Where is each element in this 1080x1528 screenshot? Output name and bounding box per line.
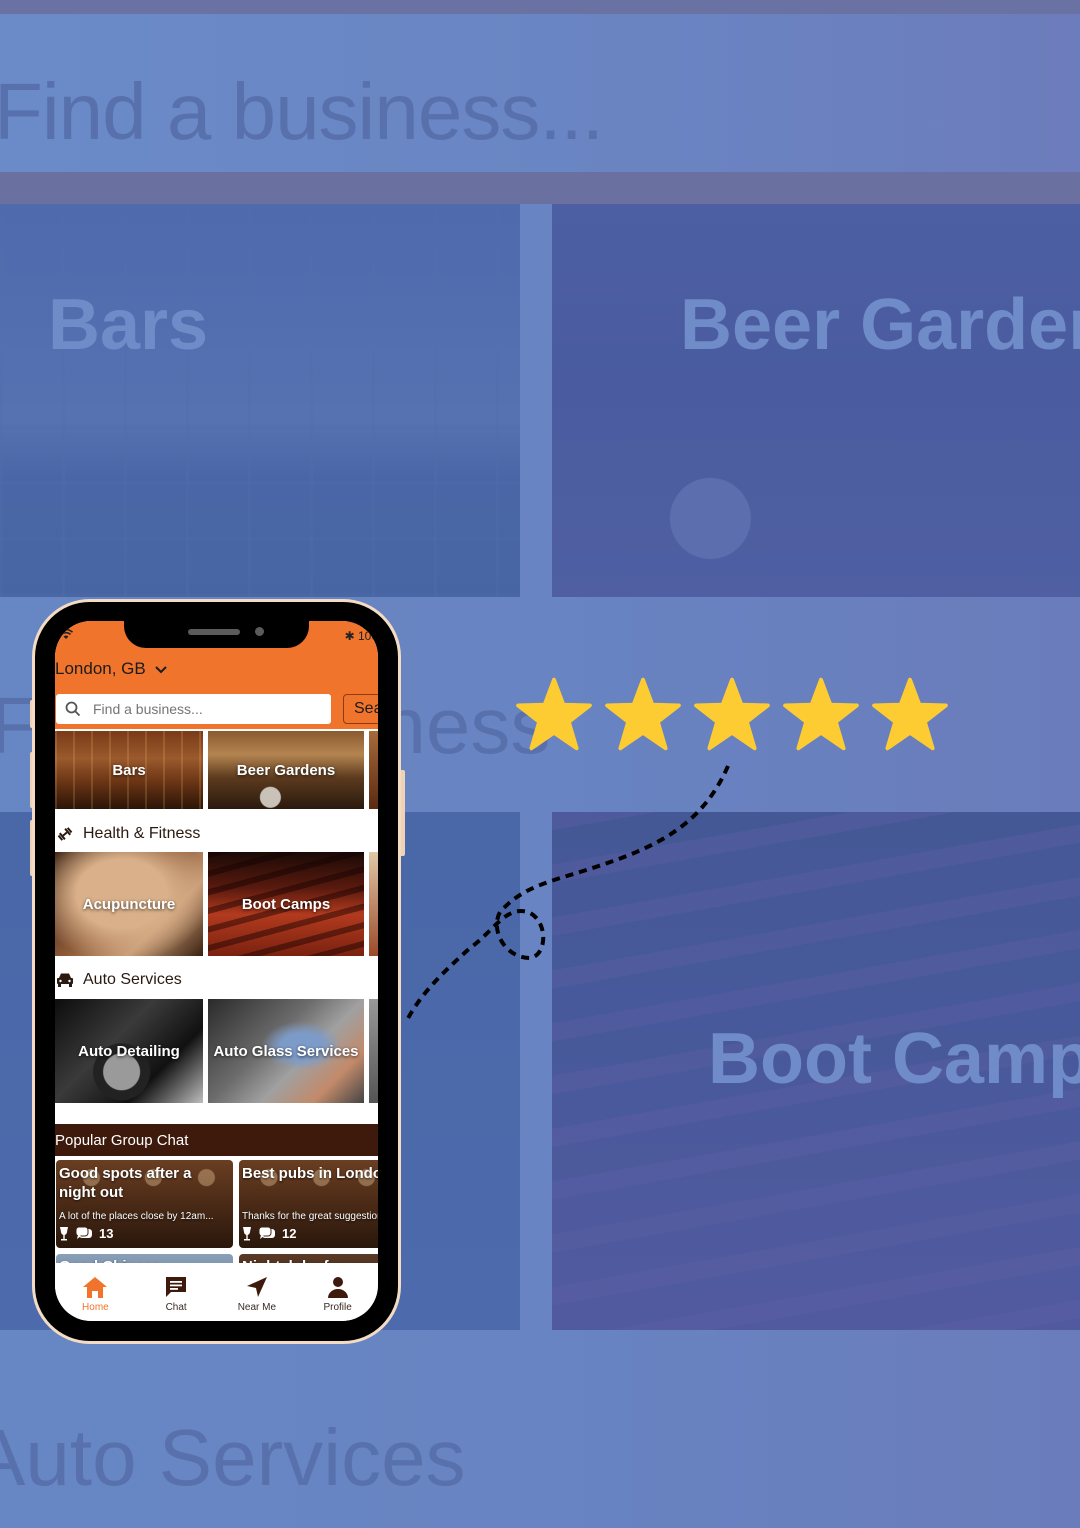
background-section-title: Auto Services (0, 1413, 466, 1502)
status-signal-wifi (57, 628, 79, 643)
chat-bubbles-icon (75, 1226, 92, 1239)
chat-title: Good spots after a night out (59, 1164, 192, 1202)
location-selector[interactable]: London, GB (55, 659, 168, 679)
category-tile-bars[interactable]: Bars (55, 731, 203, 809)
category-tile-partial[interactable] (369, 852, 378, 956)
category-tile-label: Auto Glass Services (213, 1042, 359, 1060)
background-tile-bars: Bars (0, 204, 520, 597)
category-row-auto-services: Auto Detailing Auto Glass Services (55, 999, 378, 1103)
star-icon (694, 677, 770, 751)
chat-title-line: night out (59, 1184, 124, 1201)
phone-screen: ✱ 100 London, GB Search Bars Beer Garden… (55, 621, 378, 1321)
battery-percent: 100 (357, 629, 378, 643)
chat-icon (166, 1277, 187, 1297)
chat-title-line: Best pubs in London (242, 1165, 378, 1182)
popular-group-chat-header: Popular Group Chat (55, 1124, 378, 1156)
background-tile-boot-camps: Boot Camps (552, 812, 1080, 1330)
search-icon (65, 701, 81, 717)
background-search-placeholder: Find a business... (0, 67, 604, 156)
phone-front-camera (255, 627, 264, 636)
star-icon (605, 677, 681, 751)
section-auto-services: Auto Services (55, 971, 182, 989)
background-tile-label: Boot Camps (708, 1019, 1080, 1099)
popular-group-chat-title: Popular Group Chat (55, 1131, 189, 1149)
category-tile-label: Auto Detailing (78, 1042, 180, 1060)
category-tile-partial[interactable] (369, 999, 378, 1103)
star-icon (783, 677, 859, 751)
chat-meta: 12 (242, 1226, 296, 1241)
search-input[interactable] (93, 701, 313, 717)
category-tile-label: Beer Gardens (236, 761, 336, 779)
navigation-arrow-icon (246, 1277, 267, 1297)
star-icon (872, 677, 948, 751)
star-rating (515, 676, 949, 752)
chat-member-count: 13 (99, 1226, 114, 1241)
tab-chat[interactable]: Chat (136, 1263, 217, 1321)
search-field[interactable] (56, 694, 331, 724)
tab-label: Profile (323, 1302, 352, 1313)
search-button[interactable]: Search (343, 694, 378, 724)
category-row-health-fitness: Acupuncture Boot Camps (55, 852, 378, 956)
group-chat-card[interactable]: Best pubs in London Thanks for the great… (239, 1160, 378, 1248)
background-tile-label: Bars (48, 285, 209, 365)
wine-glass-icon (243, 1227, 251, 1241)
background-search-bar: Find a business... (0, 14, 1080, 172)
phone-speaker (188, 629, 240, 635)
category-tile-label: Acupuncture (82, 895, 176, 913)
background-tile-label: Beer Gardens (680, 285, 1080, 365)
tab-near-me[interactable]: Near Me (217, 1263, 298, 1321)
bottom-tab-bar: Home Chat Near Me Profile (55, 1263, 378, 1321)
category-tile-auto-detailing[interactable]: Auto Detailing (55, 999, 203, 1103)
tab-home[interactable]: Home (55, 1263, 136, 1321)
category-tile-acupuncture[interactable]: Acupuncture (55, 852, 203, 956)
home-icon (83, 1277, 108, 1298)
section-health-fitness: Health & Fitness (55, 825, 200, 843)
category-tile-label: Bars (112, 761, 146, 779)
tab-label: Chat (165, 1302, 187, 1313)
chat-member-count: 12 (282, 1226, 297, 1241)
chat-snippet: A lot of the places close by 12am... (59, 1211, 214, 1222)
tab-profile[interactable]: Profile (297, 1263, 378, 1321)
wine-glass-icon (60, 1227, 68, 1241)
profile-icon (327, 1277, 348, 1298)
category-tile-partial[interactable] (369, 731, 378, 809)
dumbbell-icon (55, 827, 75, 841)
background-divider (0, 172, 1080, 204)
category-tile-auto-glass-services[interactable]: Auto Glass Services (208, 999, 364, 1103)
section-title-text: Health & Fitness (83, 825, 201, 842)
chevron-down-icon (155, 665, 167, 673)
section-title-text: Auto Services (83, 971, 182, 988)
chat-meta: 13 (59, 1226, 113, 1241)
background-tile-beer-gardens: Beer Gardens (552, 204, 1080, 597)
category-tile-boot-camps[interactable]: Boot Camps (208, 852, 364, 956)
bluetooth-icon: ✱ (344, 629, 355, 643)
star-icon (516, 677, 592, 751)
tab-label: Home (82, 1302, 109, 1313)
car-icon (55, 972, 75, 988)
group-chat-card[interactable]: Good spots after a night out A lot of th… (56, 1160, 233, 1248)
tab-label: Near Me (237, 1302, 277, 1313)
category-tile-beer-gardens[interactable]: Beer Gardens (208, 731, 364, 809)
wifi-icon (57, 628, 74, 640)
background-top-bar (0, 0, 1080, 14)
status-battery: ✱ 100 (345, 629, 378, 643)
chat-title-line: Good spots after a (59, 1165, 192, 1182)
chat-snippet: Thanks for the great suggestions (242, 1211, 378, 1222)
chat-title: Best pubs in London (242, 1164, 378, 1183)
category-row-nightlife: Bars Beer Gardens (55, 731, 378, 809)
category-tile-label: Boot Camps (241, 895, 331, 913)
chat-bubbles-icon (258, 1226, 275, 1239)
location-label: London, GB (55, 659, 146, 678)
